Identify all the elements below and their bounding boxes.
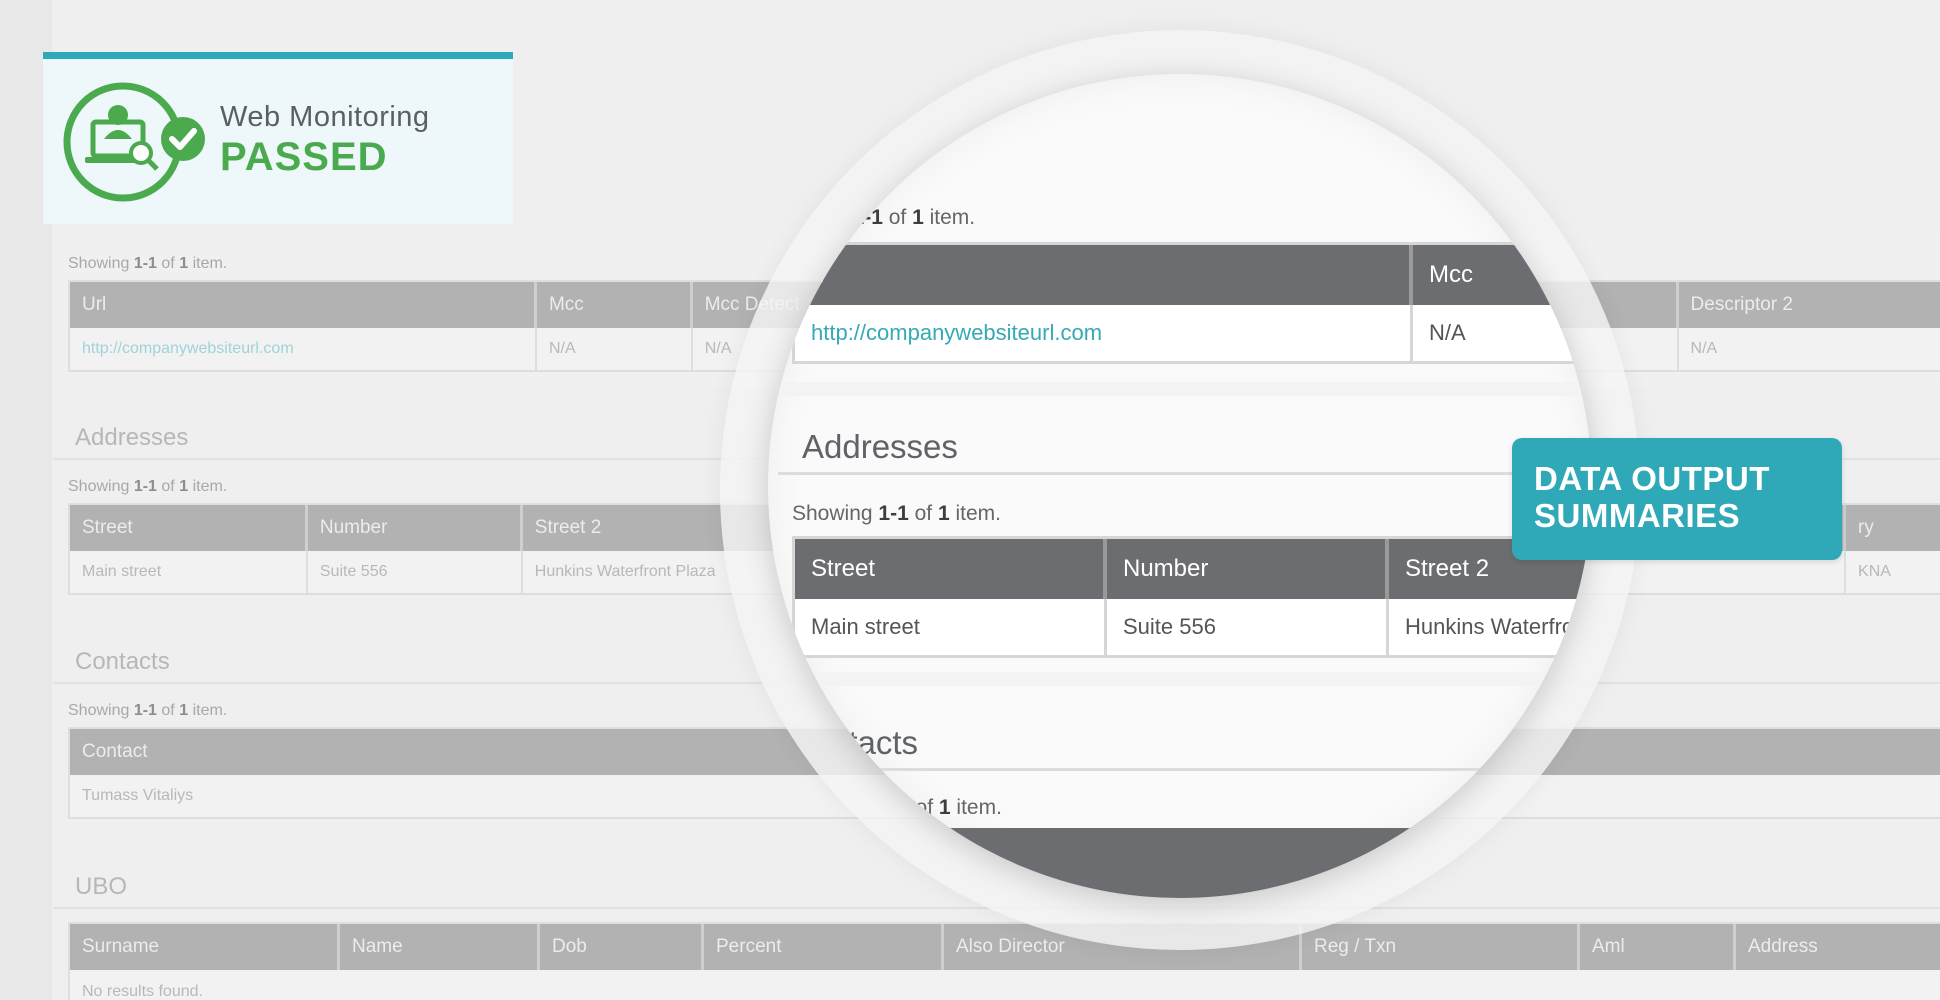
no-results-text: No results found. bbox=[82, 983, 203, 1000]
zoom-addresses-table: Street Number Street 2 Main street Suite… bbox=[792, 536, 1592, 658]
zoom-addresses-showing-text: Showing 1-1 of 1 item. bbox=[792, 502, 1002, 525]
zoom-street-cell: Main street bbox=[795, 599, 1107, 655]
percent-col-header[interactable]: Percent bbox=[704, 924, 944, 970]
surname-col-header[interactable]: Surname bbox=[70, 924, 340, 970]
address-col-header[interactable]: Address bbox=[1736, 924, 1940, 970]
ubo-title: UBO bbox=[75, 873, 128, 900]
street-cell: Main street bbox=[70, 551, 308, 593]
zoom-number-cell: Suite 556 bbox=[1107, 599, 1389, 655]
addresses-title: Addresses bbox=[75, 424, 189, 451]
aml-col-header[interactable]: Aml bbox=[1580, 924, 1736, 970]
section-gap bbox=[768, 672, 1592, 686]
zoom-addresses-title: Addresses bbox=[802, 428, 958, 465]
dob-col-header[interactable]: Dob bbox=[540, 924, 704, 970]
url-link[interactable]: http://companywebsiteurl.com bbox=[70, 328, 537, 370]
data-output-summaries-callout: DATA OUTPUT SUMMARIES bbox=[1512, 438, 1842, 560]
contacts-showing-text: Showing 1-1 of 1 item. bbox=[68, 702, 228, 719]
zoom-url-showing-text: g 1-1 of 1 item. bbox=[835, 206, 976, 229]
zoom-mcc-cell: N/A bbox=[1429, 320, 1466, 345]
zoom-contacts-table-header bbox=[792, 828, 1592, 898]
zoom-url-link[interactable]: http://companywebsiteurl.com bbox=[795, 305, 1413, 361]
zoom-street2-cell: Hunkins Waterfro bbox=[1405, 614, 1575, 639]
ubo-table: Surname Name Dob Percent Also Director R… bbox=[68, 922, 1940, 1000]
zoom-contacts-title: ntacts bbox=[830, 724, 919, 761]
web-monitoring-badge: Web Monitoring PASSED bbox=[43, 52, 513, 224]
descriptor2-col-header[interactable]: Descriptor 2 bbox=[1679, 282, 1940, 328]
section-divider bbox=[778, 768, 1592, 771]
zoom-url-table: rl Mcc http://companywebsiteurl.com N/A bbox=[792, 242, 1592, 364]
number-col-header[interactable]: Number bbox=[308, 505, 523, 551]
callout-line-2: SUMMARIES bbox=[1534, 497, 1741, 534]
country-cell: KNA bbox=[1858, 563, 1891, 580]
callout-line-1: DATA OUTPUT bbox=[1534, 460, 1770, 497]
reg-txn-col-header[interactable]: Reg / Txn bbox=[1302, 924, 1580, 970]
contacts-title: Contacts bbox=[75, 648, 170, 675]
section-divider bbox=[778, 472, 1592, 475]
number-cell: Suite 556 bbox=[308, 551, 523, 593]
zoom-url-col-header[interactable]: rl bbox=[795, 245, 1413, 305]
zoom-number-col-header[interactable]: Number bbox=[1107, 539, 1389, 599]
mcc-col-header[interactable]: Mcc bbox=[537, 282, 693, 328]
url-showing-text: Showing 1-1 of 1 item. bbox=[68, 255, 228, 272]
addresses-showing-text: Showing 1-1 of 1 item. bbox=[68, 478, 228, 495]
country-col-header[interactable]: ry bbox=[1846, 505, 1940, 551]
table-row: No results found. bbox=[70, 970, 1940, 1000]
web-monitoring-check-icon bbox=[63, 82, 205, 202]
descriptor2-cell: N/A bbox=[1690, 340, 1718, 357]
mcc-cell: N/A bbox=[537, 328, 693, 370]
zoom-mcc-col-header[interactable]: Mcc bbox=[1413, 245, 1592, 305]
table-row: Main street Suite 556 Hunkins Waterfro bbox=[795, 599, 1592, 655]
street-col-header[interactable]: Street bbox=[70, 505, 308, 551]
zoom-street-col-header[interactable]: Street bbox=[795, 539, 1107, 599]
url-col-header[interactable]: Url bbox=[70, 282, 537, 328]
badge-status: PASSED bbox=[220, 135, 388, 179]
magnifier-lens: g 1-1 of 1 item. rl Mcc http://companywe… bbox=[768, 74, 1592, 898]
badge-subtitle: Web Monitoring bbox=[220, 101, 430, 133]
section-gap bbox=[768, 382, 1592, 396]
zoom-contacts-showing-text: 1 of 1 item. bbox=[898, 796, 1002, 819]
table-row: http://companywebsiteurl.com N/A bbox=[795, 305, 1592, 361]
name-col-header[interactable]: Name bbox=[340, 924, 540, 970]
